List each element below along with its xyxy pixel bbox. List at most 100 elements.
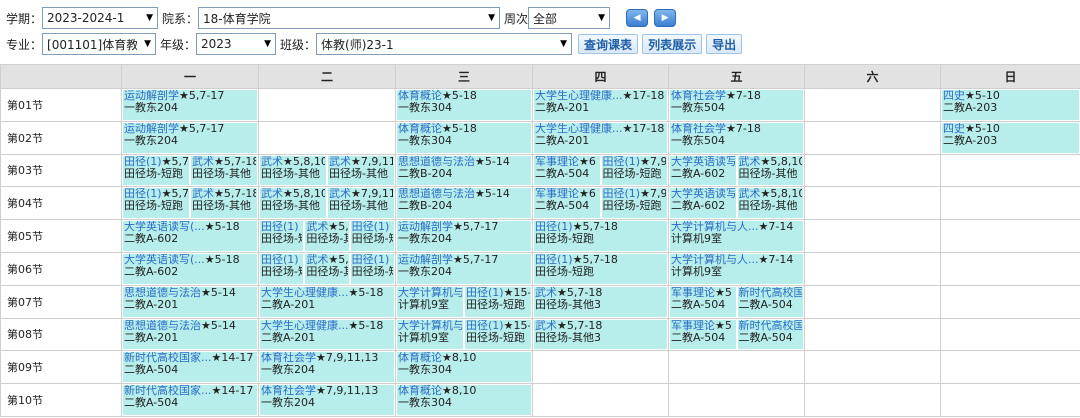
course-name-link[interactable]: 武术 [739, 188, 761, 200]
course-name-link[interactable]: 田径(1) [261, 254, 299, 266]
course-block[interactable]: 田径(1)★15- 田径场-短跑 [464, 319, 532, 350]
course-block[interactable]: 思想道德与法治★5-14 二教B-204 [396, 187, 532, 219]
course-block[interactable]: 新时代高校国 二教A-504 [736, 319, 804, 350]
course-block[interactable]: 武术★5,7-18 田径场-其他 [190, 187, 258, 219]
course-block[interactable]: 武术★5,7-18 田径场-其他3 [533, 319, 668, 350]
course-block[interactable]: 军事理论★6 二教A-504 [533, 187, 601, 219]
course-block[interactable]: 体育社会学★7,9,11,13 一教东204 [259, 384, 395, 416]
course-block[interactable]: 新时代高校国家...★14-17 二教A-504 [122, 384, 258, 416]
course-name-link[interactable]: 新时代高校国 [739, 320, 803, 332]
course-block[interactable]: 武术★5,7-18 田径场-其他3 [533, 286, 668, 318]
course-block[interactable]: 军事理论★5 二教A-504 [669, 286, 737, 318]
course-block[interactable]: 军事理论★5 二教A-504 [669, 319, 737, 350]
course-block[interactable]: 武术★5,田径场-其 [304, 253, 350, 285]
grade-select[interactable]: 2023 ▼ [196, 33, 277, 55]
course-name-link[interactable]: 思想道德与法治 [398, 156, 475, 168]
course-block[interactable]: 武术★5,7-18 田径场-其他 [190, 155, 258, 186]
course-name-link[interactable]: 田径(1) [603, 188, 641, 200]
course-block[interactable]: 田径(1)田径场-短 [349, 253, 395, 285]
course-name-link[interactable]: 体育概论 [398, 385, 442, 397]
course-name-link[interactable]: 军事理论 [535, 156, 579, 168]
course-block[interactable]: 武术★5,8,10 田径场-其他 [259, 187, 327, 219]
course-block[interactable]: 思想道德与法治★5-14 二教B-204 [396, 155, 532, 186]
course-block[interactable]: 田径(1)★5,7-18 田径场-短跑 [533, 253, 668, 285]
next-week-button[interactable]: ▶ [654, 9, 677, 27]
course-name-link[interactable]: 思想道德与法治 [124, 287, 201, 299]
course-block[interactable]: 体育概论★8,10 一教东304 [396, 351, 532, 383]
course-name-link[interactable]: 大学生心理健康... [535, 90, 623, 102]
term-select[interactable]: 2023-2024-1 ▼ [42, 7, 159, 29]
course-name-link[interactable]: 运动解剖学 [398, 221, 453, 233]
course-name-link[interactable]: 田径(1) [352, 254, 390, 266]
course-block[interactable]: 大学计算机与 计算机9室 [396, 286, 464, 318]
course-block[interactable]: 大学英语读写(...★5-18 二教A-602 [122, 220, 258, 252]
course-block[interactable]: 大学生心理健康...★5-18 二教A-201 [259, 286, 395, 318]
course-name-link[interactable]: 大学英语读写 [671, 188, 735, 200]
course-name-link[interactable]: 武术 [329, 156, 351, 168]
class-select[interactable]: 体教(师)23-1 ▼ [316, 33, 573, 55]
course-block[interactable]: 田径(1)★5,7 田径场-短跑 [122, 187, 190, 219]
course-name-link[interactable]: 四史 [943, 90, 965, 102]
course-name-link[interactable]: 大学计算机与人... [671, 254, 759, 266]
course-name-link[interactable]: 运动解剖学 [124, 90, 179, 102]
course-block[interactable]: 大学英语读写 二教A-602 [669, 155, 737, 186]
course-name-link[interactable]: 四史 [943, 123, 965, 135]
course-name-link[interactable]: 大学英语读写(... [124, 254, 205, 266]
course-name-link[interactable]: 体育社会学 [261, 385, 316, 397]
course-name-link[interactable]: 思想道德与法治 [398, 188, 475, 200]
course-name-link[interactable]: 田径(1) [535, 254, 573, 266]
course-name-link[interactable]: 体育概论 [398, 123, 442, 135]
course-block[interactable]: 体育社会学★7-18 一教东504 [669, 89, 804, 121]
course-block[interactable]: 体育社会学★7,9,11,13 一教东204 [259, 351, 395, 383]
course-name-link[interactable]: 武术 [261, 156, 283, 168]
course-block[interactable]: 武术★5,8,10 田径场-其他 [736, 155, 804, 186]
list-view-button[interactable]: 列表展示 [642, 34, 703, 54]
course-block[interactable]: 四史★5-10 二教A-203 [941, 122, 1080, 154]
course-name-link[interactable]: 新时代高校国 [739, 287, 803, 299]
course-block[interactable]: 武术★7,9,11 田径场-其他 [327, 187, 395, 219]
course-name-link[interactable]: 体育概论 [398, 352, 442, 364]
course-block[interactable]: 新时代高校国家...★14-17 二教A-504 [122, 351, 258, 383]
course-name-link[interactable]: 田径(1) [603, 156, 641, 168]
course-block[interactable]: 体育社会学★7-18 一教东504 [669, 122, 804, 154]
course-block[interactable]: 运动解剖学★5,7-17 一教东204 [122, 122, 258, 154]
course-name-link[interactable]: 体育概论 [398, 90, 442, 102]
course-block[interactable]: 大学计算机与人...★7-14 计算机9室 [669, 220, 804, 252]
course-name-link[interactable]: 武术 [329, 188, 351, 200]
course-name-link[interactable]: 军事理论 [671, 320, 715, 332]
major-select[interactable]: [001101]体育教育 ▼ [42, 33, 157, 55]
course-block[interactable]: 大学英语读写 二教A-602 [669, 187, 737, 219]
course-name-link[interactable]: 新时代高校国家... [124, 352, 212, 364]
course-block[interactable]: 田径(1)★7,9 田径场-短跑 [600, 187, 668, 219]
dept-select[interactable]: 18-体育学院 ▼ [198, 7, 501, 29]
course-name-link[interactable]: 大学计算机与人... [671, 221, 759, 233]
course-block[interactable]: 大学计算机与 计算机9室 [396, 319, 464, 350]
course-block[interactable]: 武术★7,9,11 田径场-其他 [327, 155, 395, 186]
course-block[interactable]: 田径(1)★5,7-18 田径场-短跑 [533, 220, 668, 252]
course-name-link[interactable]: 军事理论 [535, 188, 579, 200]
course-name-link[interactable]: 武术 [535, 320, 557, 332]
course-name-link[interactable]: 田径(1) [466, 287, 504, 299]
course-block[interactable]: 四史★5-10 二教A-203 [941, 89, 1080, 121]
course-name-link[interactable]: 武术 [535, 287, 557, 299]
course-name-link[interactable]: 武术 [306, 254, 328, 266]
course-block[interactable]: 新时代高校国 二教A-504 [736, 286, 804, 318]
course-name-link[interactable]: 武术 [306, 221, 328, 233]
course-block[interactable]: 运动解剖学★5,7-17 一教东204 [122, 89, 258, 121]
course-block[interactable]: 田径(1)田径场-短 [259, 253, 305, 285]
course-name-link[interactable]: 武术 [739, 156, 761, 168]
course-block[interactable]: 田径(1)★15- 田径场-短跑 [464, 286, 532, 318]
course-name-link[interactable]: 大学生心理健康... [261, 287, 349, 299]
course-name-link[interactable]: 体育社会学 [671, 90, 726, 102]
course-name-link[interactable]: 大学计算机与 [398, 287, 462, 299]
course-name-link[interactable]: 武术 [192, 188, 214, 200]
course-block[interactable]: 大学英语读写(...★5-18 二教A-602 [122, 253, 258, 285]
course-name-link[interactable]: 武术 [261, 188, 283, 200]
course-block[interactable]: 田径(1)田径场-短 [349, 220, 395, 252]
course-name-link[interactable]: 体育社会学 [671, 123, 726, 135]
course-name-link[interactable]: 军事理论 [671, 287, 715, 299]
course-block[interactable]: 田径(1)★7,9 田径场-短跑 [600, 155, 668, 186]
course-name-link[interactable]: 大学英语读写 [671, 156, 735, 168]
course-name-link[interactable]: 思想道德与法治 [124, 320, 201, 332]
course-name-link[interactable]: 武术 [192, 156, 214, 168]
